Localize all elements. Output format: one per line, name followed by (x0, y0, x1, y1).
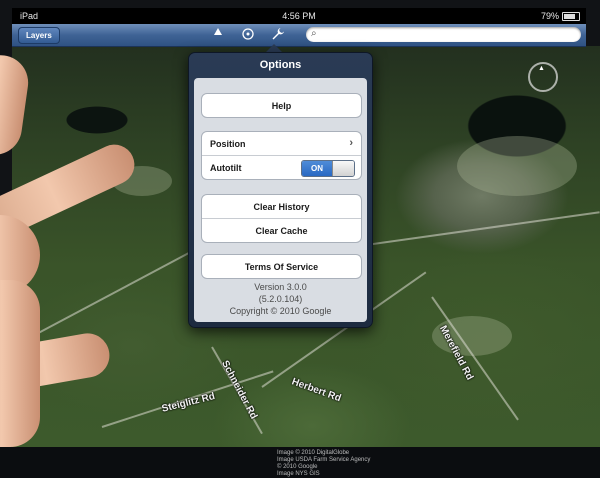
chevron-right-icon: › (349, 137, 353, 149)
attribution-line: © 2010 Google (277, 464, 318, 470)
layers-button[interactable]: Layers (18, 27, 60, 44)
version-text: Version 3.0.0 (254, 282, 307, 292)
terms-row[interactable]: Terms Of Service (202, 255, 361, 278)
build-text: (5.2.0.104) (258, 294, 303, 304)
north-arrow-icon[interactable] (210, 27, 226, 43)
compass-north-marker: ▲ (538, 65, 545, 72)
position-row[interactable]: Position › (202, 132, 361, 155)
terms-label: Terms Of Service (244, 262, 319, 272)
autotilt-row: Autotilt ON (202, 155, 361, 179)
autotilt-label: Autotilt (210, 163, 242, 173)
options-popover: Options Help Position › Autotilt ON Clea… (188, 52, 373, 328)
attribution-line: Image NYS GIS (277, 471, 320, 477)
status-time: 4:56 PM (282, 11, 316, 21)
battery-percent: 79% (540, 11, 559, 21)
road-label-schneider: Schneider Rd (219, 358, 260, 422)
clear-group: Clear History Clear Cache (201, 194, 362, 243)
battery-icon (562, 11, 580, 21)
clear-history-label: Clear History (253, 202, 310, 212)
clear-cache-row[interactable]: Clear Cache (202, 218, 361, 242)
search-icon: ⌕ (311, 28, 317, 39)
settings-group: Position › Autotilt ON (201, 131, 362, 180)
toggle-knob (332, 161, 354, 176)
autotilt-toggle[interactable]: ON (301, 160, 355, 177)
toolbar: Layers ⌕ (12, 24, 586, 47)
road-label-steiglitz: Steiglitz Rd (160, 390, 217, 415)
help-group: Help (201, 93, 362, 118)
compass-icon[interactable]: ▲ (528, 62, 558, 92)
battery-status: 79% (541, 11, 580, 21)
wrench-icon[interactable] (270, 27, 286, 43)
popover-body: Help Position › Autotilt ON Clear Histor… (194, 78, 367, 322)
search-input[interactable]: ⌕ (306, 27, 581, 42)
help-row[interactable]: Help (202, 94, 361, 117)
my-location-icon[interactable] (240, 27, 256, 43)
position-label: Position (210, 139, 246, 149)
map-attribution: Image © 2010 DigitalGlobe Image USDA Far… (277, 450, 370, 478)
terms-group: Terms Of Service (201, 254, 362, 279)
attribution-line: Image © 2010 DigitalGlobe (277, 450, 350, 456)
status-bar: iPad 4:56 PM 79% (12, 8, 586, 24)
clear-cache-label: Clear Cache (255, 226, 308, 236)
version-info: Version 3.0.0 (5.2.0.104) Copyright © 20… (194, 281, 367, 317)
attribution-line: Image USDA Farm Service Agency (277, 457, 371, 463)
road-label-herbert: Herbert Rd (290, 376, 343, 405)
copyright-text: Copyright © 2010 Google (229, 306, 332, 316)
help-label: Help (271, 101, 292, 111)
autotilt-toggle-state: ON (302, 161, 332, 176)
clear-history-row[interactable]: Clear History (202, 195, 361, 218)
popover-title: Options (259, 59, 302, 71)
